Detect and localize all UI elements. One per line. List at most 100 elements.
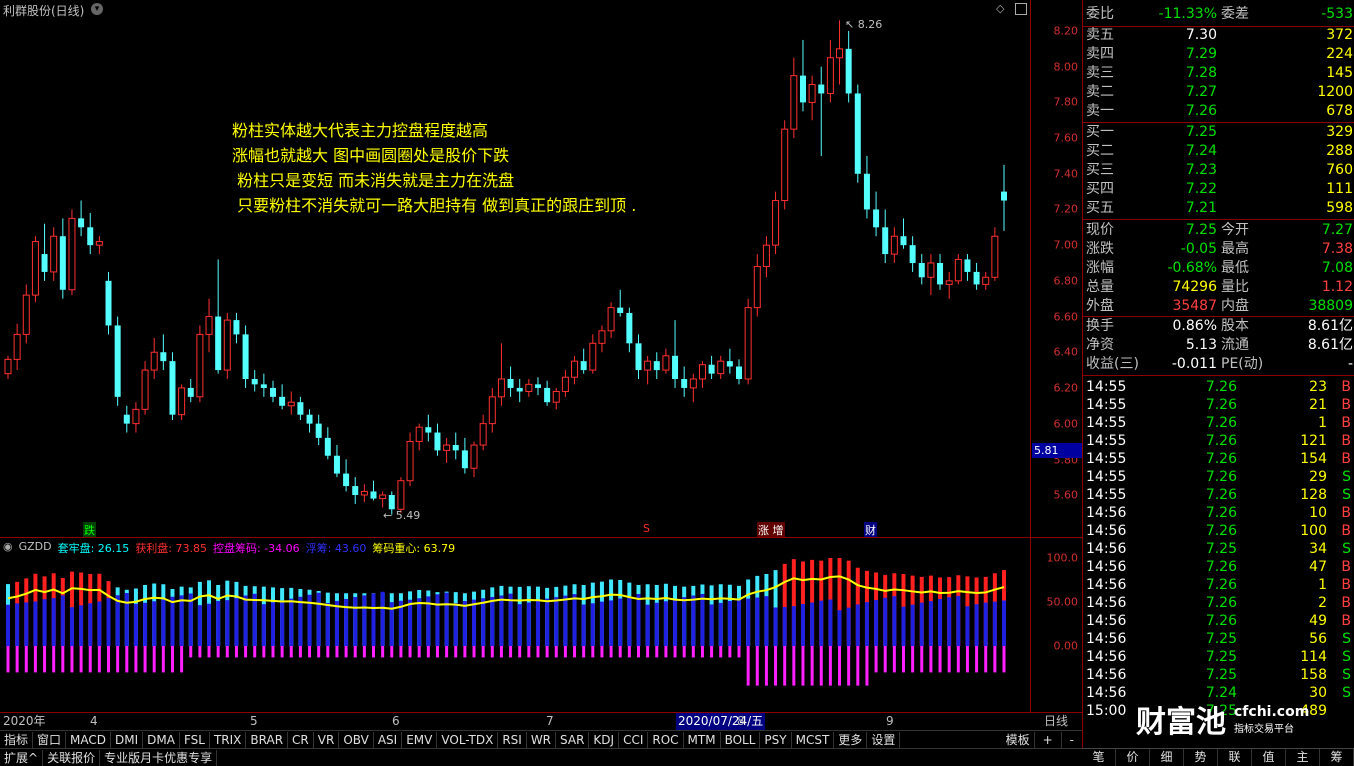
tick-price: 7.26 — [1205, 523, 1237, 539]
high-value: 8.26 — [857, 18, 883, 31]
candle — [873, 191, 880, 237]
indicator-tab[interactable]: VOL-TDX — [437, 731, 499, 748]
indicator-tab[interactable]: CCI — [619, 731, 649, 748]
panel-tab[interactable]: 联 — [1218, 749, 1252, 766]
bid-price: 7.24 — [1185, 143, 1217, 159]
watermark-brand: 财富池 — [1136, 705, 1226, 740]
annotation-line: 涨幅也就越大 图中画圆圈处是股价下跌 — [232, 146, 510, 165]
indicator-tab[interactable]: OBV — [339, 731, 374, 748]
ask-label: 卖二 — [1086, 84, 1114, 100]
stat-row: 净资 5.13 流通 8.61亿 — [1083, 336, 1354, 355]
candle-body — [132, 408, 140, 425]
tick-time: 14:55 — [1086, 469, 1127, 485]
tick-row: 14:56 7.25 114 S — [1083, 648, 1354, 667]
candle-body — [78, 218, 85, 228]
candle — [772, 191, 780, 255]
indicator-tab[interactable]: 窗口 — [33, 731, 67, 748]
candle-body — [772, 200, 780, 246]
event-marker-finance[interactable]: 财 — [864, 522, 877, 538]
indicator-tab[interactable]: DMI — [111, 731, 144, 748]
tick-time: 14:56 — [1086, 541, 1127, 557]
panel-tab[interactable]: 价 — [1116, 749, 1150, 766]
gear-icon[interactable]: ◉ — [3, 540, 13, 556]
panel-tab[interactable]: 值 — [1252, 749, 1286, 766]
indicator-tab[interactable]: VR — [314, 731, 340, 748]
indicator-tab[interactable]: 更多 — [834, 731, 868, 748]
add-button[interactable]: + — [1035, 731, 1062, 748]
tick-row: 14:55 7.26 154 B — [1083, 450, 1354, 469]
panel-tab[interactable]: 主 — [1286, 749, 1320, 766]
candle — [50, 227, 58, 281]
candle — [470, 441, 478, 478]
candle-body — [352, 486, 359, 495]
period-label[interactable]: 日线 — [1044, 713, 1068, 730]
event-marker-fall[interactable]: 跌 — [83, 522, 96, 538]
candle-body — [215, 316, 222, 371]
indicator-tab[interactable]: KDJ — [589, 731, 620, 748]
indicator-tab[interactable]: ASI — [374, 731, 403, 748]
indicator-tab[interactable]: FSL — [180, 731, 210, 748]
tick-volume: 128 — [1300, 487, 1327, 503]
candle-body — [105, 280, 112, 326]
indicator-tab[interactable]: 设置 — [867, 731, 901, 748]
indicator-tab[interactable]: RSI — [498, 731, 527, 748]
candle — [397, 477, 405, 513]
indicator-tab[interactable]: TRIX — [210, 731, 247, 748]
indicator-tab[interactable]: BRAR — [246, 731, 289, 748]
tick-side: S — [1342, 469, 1351, 485]
current-price-tag: 5.81 — [1032, 443, 1082, 458]
promo-link[interactable]: 专业版月卡优惠专享 — [100, 749, 218, 766]
candle — [114, 316, 121, 406]
candle — [242, 325, 249, 388]
candle-body — [937, 263, 944, 285]
ask-price: 7.28 — [1185, 65, 1217, 81]
candle-body — [863, 173, 870, 210]
ask-volume: 678 — [1326, 103, 1353, 119]
gzdd-indicator[interactable]: ◉ GZDD 套牢盘: 26.15 获利盘: 73.85 控盘筹码: -34.0… — [0, 537, 1030, 712]
indicator-name[interactable]: GZDD — [19, 540, 52, 556]
panel-tab[interactable]: 细 — [1150, 749, 1184, 766]
candle-body — [507, 379, 514, 388]
expand-button[interactable]: 扩展^ — [0, 749, 44, 766]
candle-body — [59, 236, 66, 290]
indicator-tab[interactable]: WR — [527, 731, 557, 748]
kline-chart[interactable]: 利群股份(日线) ▾ ◇ 粉柱实体越大代表主力控盘程度越高 涨幅也就越大 图中画… — [0, 0, 1030, 538]
indicator-tab[interactable]: ROC — [648, 731, 684, 748]
indicator-tab[interactable]: MCST — [792, 731, 835, 748]
candle-body — [736, 366, 743, 379]
tick-side: B — [1341, 505, 1351, 521]
tick-time: 14:56 — [1086, 613, 1127, 629]
stat-value: 8.61亿 — [1307, 318, 1353, 334]
candle-body — [150, 351, 158, 371]
remove-button[interactable]: - — [1062, 732, 1082, 748]
tick-price: 7.25 — [1205, 631, 1237, 647]
panel-tab[interactable]: 势 — [1184, 749, 1218, 766]
quote-value: 35487 — [1172, 298, 1217, 314]
indicator-tab[interactable]: MTM — [684, 731, 721, 748]
candle-body — [762, 244, 770, 268]
panel-tab[interactable]: 筹 — [1320, 749, 1354, 766]
candle — [561, 370, 569, 397]
candle — [306, 409, 313, 433]
ask-label: 卖五 — [1086, 27, 1114, 43]
candle-body — [873, 209, 880, 228]
candle — [635, 334, 642, 379]
indicator-tab[interactable]: PSY — [760, 731, 792, 748]
stat-value: 8.61亿 — [1307, 337, 1353, 353]
template-button[interactable]: 模板 — [1002, 731, 1035, 748]
indicator-tab[interactable]: CR — [288, 731, 314, 748]
panel-tab[interactable]: 笔 — [1082, 749, 1116, 766]
bid-price: 7.25 — [1185, 124, 1217, 140]
indicator-tab[interactable]: EMV — [402, 731, 438, 748]
indicator-tab[interactable]: DMA — [143, 731, 180, 748]
candle — [324, 427, 331, 460]
indicator-tab[interactable]: SAR — [556, 731, 590, 748]
event-marker-rise[interactable]: 涨 增 — [757, 522, 785, 538]
candle-body — [315, 423, 322, 438]
candle-body — [160, 352, 167, 362]
indicator-tab[interactable]: BOLL — [721, 731, 761, 748]
indicator-tab[interactable]: 指标 — [0, 731, 34, 748]
indicator-tab[interactable]: MACD — [66, 731, 112, 748]
related-quote-button[interactable]: 关联报价 — [43, 749, 101, 766]
event-marker-s[interactable]: S — [643, 522, 650, 535]
